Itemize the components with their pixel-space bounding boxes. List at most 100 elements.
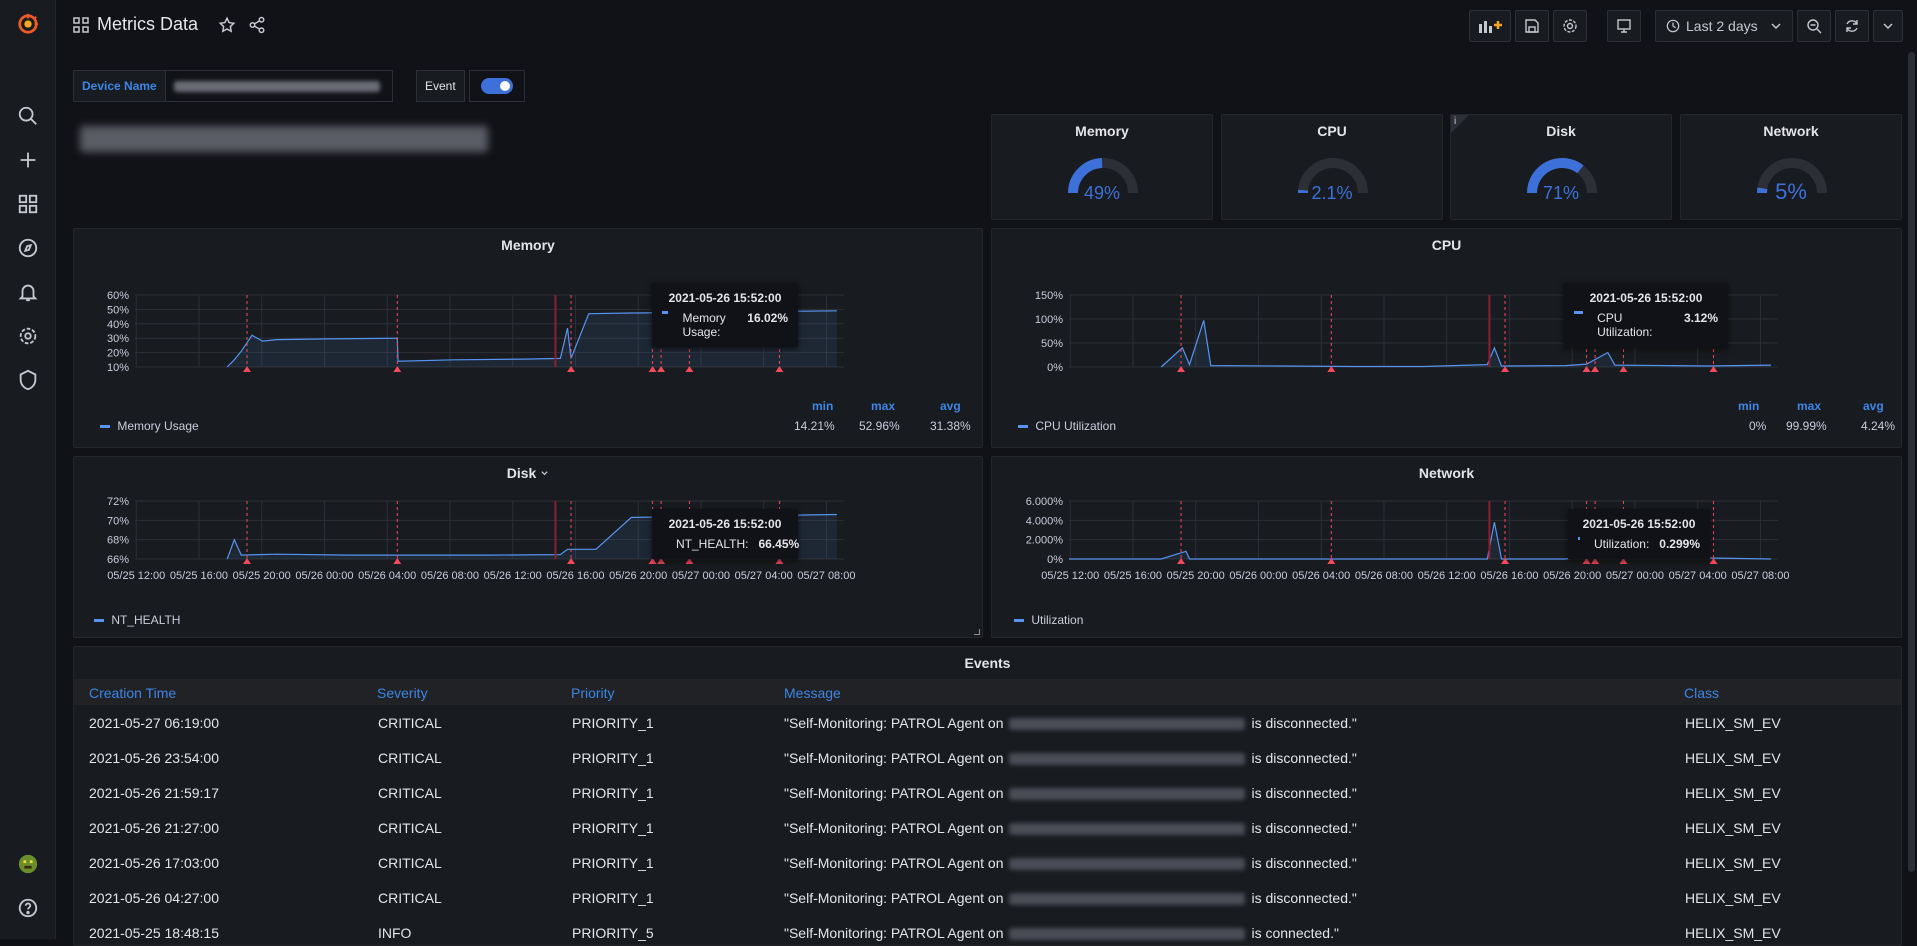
x-tick-label: 05/27 08:00: [1731, 570, 1789, 582]
grafana-logo[interactable]: [14, 10, 42, 38]
x-tick-label: 05/27 00:00: [672, 570, 730, 582]
x-tick-label: 05/25 12:00: [1041, 570, 1099, 582]
events-title: Events: [74, 655, 1901, 671]
legend-series-name: Memory Usage: [117, 419, 198, 433]
y-tick-label: 0%: [1047, 362, 1063, 374]
zoom-out-icon: [1806, 18, 1822, 34]
memory-timeseries[interactable]: 60%50%40%30%20%10%05/25 12:0005/25 16:00…: [74, 259, 984, 379]
legend-min-header[interactable]: min: [812, 399, 833, 413]
legend-utilization[interactable]: Utilization: [1014, 613, 1083, 627]
legend-max-header[interactable]: max: [871, 399, 895, 413]
server-admin-shield-icon[interactable]: [14, 366, 42, 394]
network-timeseries[interactable]: 6.000%4.000%2.000%0%05/25 12:0005/25 16:…: [992, 487, 1903, 607]
top-bar: Metrics Data Last 2 days: [56, 0, 1917, 52]
add-panel-icon: [1477, 18, 1503, 34]
legend-avg-header[interactable]: avg: [1863, 399, 1884, 413]
redacted-device-value: [174, 81, 380, 92]
dashboard-settings-button[interactable]: [1553, 10, 1587, 42]
save-icon: [1524, 18, 1540, 34]
tooltip-swatch: [662, 311, 668, 314]
dashboards-icon[interactable]: [14, 190, 42, 218]
tooltip-time: 2021-05-26 15:52:00: [662, 517, 788, 531]
legend-min-header[interactable]: min: [1738, 399, 1759, 413]
device-name-select[interactable]: [165, 70, 393, 102]
legend-max-value: 99.99%: [1786, 419, 1827, 433]
redacted-host: [1009, 858, 1245, 870]
help-icon[interactable]: [14, 894, 42, 922]
share-icon[interactable]: [248, 16, 266, 34]
refresh-interval-dropdown[interactable]: [1873, 10, 1903, 42]
table-row[interactable]: 2021-05-26 23:54:00CRITICALPRIORITY_1"Se…: [74, 740, 1901, 775]
cell-priority: PRIORITY_1: [572, 750, 654, 766]
dashboard-grid-icon: [73, 17, 89, 33]
message-prefix: "Self-Monitoring: PATROL Agent on: [784, 855, 1003, 871]
legend-max-header[interactable]: max: [1797, 399, 1821, 413]
stat-value-cpu: 2.1%: [1222, 183, 1442, 204]
message-suffix: is disconnected.": [1251, 715, 1356, 731]
column-header-creation-time[interactable]: Creation Time: [89, 685, 176, 701]
x-tick-label: 05/26 16:00: [546, 378, 604, 379]
column-header-class[interactable]: Class: [1684, 685, 1719, 701]
network-chart-title: Network: [992, 465, 1901, 481]
add-panel-button[interactable]: [1469, 10, 1511, 42]
y-tick-label: 4.000%: [1026, 515, 1064, 527]
column-header-severity[interactable]: Severity: [377, 685, 428, 701]
table-row[interactable]: 2021-05-27 06:19:00CRITICALPRIORITY_1"Se…: [74, 705, 1901, 740]
panel-resize-handle[interactable]: [974, 629, 980, 635]
tooltip-value: 66.45%: [758, 537, 799, 551]
legend-cpu-utilization[interactable]: CPU Utilization: [1018, 419, 1116, 433]
table-row[interactable]: 2021-05-26 21:59:17CRITICALPRIORITY_1"Se…: [74, 775, 1901, 810]
stat-title-network: Network: [1681, 123, 1901, 139]
alerting-bell-icon[interactable]: [14, 278, 42, 306]
x-tick-label: 05/27 04:00: [735, 570, 793, 582]
tooltip-time: 2021-05-26 15:52:00: [1574, 291, 1718, 305]
x-tick-label: 05/25 16:00: [1104, 570, 1162, 582]
disk-timeseries[interactable]: 72%70%68%66%05/25 12:0005/25 16:0005/25 …: [74, 487, 984, 607]
tooltip-value: 16.02%: [747, 311, 788, 339]
message-suffix: is disconnected.": [1251, 855, 1356, 871]
legend-avg-value: 31.38%: [930, 419, 971, 433]
refresh-button[interactable]: [1835, 10, 1869, 42]
column-header-priority[interactable]: Priority: [571, 685, 615, 701]
legend-swatch: [100, 425, 110, 428]
event-toggle[interactable]: [469, 70, 525, 102]
save-dashboard-button[interactable]: [1515, 10, 1549, 42]
cell-class: HELIX_SM_EV: [1685, 820, 1781, 836]
y-tick-label: 70%: [107, 515, 129, 527]
create-plus-icon[interactable]: [14, 146, 42, 174]
disk-chart-title[interactable]: Disk: [74, 465, 982, 481]
table-row[interactable]: 2021-05-26 21:27:00CRITICALPRIORITY_1"Se…: [74, 810, 1901, 845]
x-tick-label: 05/26 00:00: [1229, 378, 1287, 379]
x-tick-label: 05/26 12:00: [1418, 378, 1476, 379]
page-scrollbar[interactable]: [1908, 52, 1915, 872]
dashboard-title[interactable]: Metrics Data: [97, 14, 198, 35]
disk-title-text: Disk: [507, 465, 537, 481]
column-header-message[interactable]: Message: [784, 685, 841, 701]
table-row[interactable]: 2021-05-26 04:27:00CRITICALPRIORITY_1"Se…: [74, 880, 1901, 915]
x-tick-label: 05/26 00:00: [295, 378, 353, 379]
stat-panel-cpu: CPU 2.1%: [1221, 114, 1443, 220]
legend-avg-header[interactable]: avg: [940, 399, 961, 413]
y-tick-label: 0%: [1047, 554, 1063, 566]
message-prefix: "Self-Monitoring: PATROL Agent on: [784, 715, 1003, 731]
y-tick-label: 66%: [107, 554, 129, 566]
user-avatar[interactable]: [14, 850, 42, 878]
configuration-gear-icon[interactable]: [14, 322, 42, 350]
cpu-timeseries[interactable]: 150%100%50%0%05/25 12:0005/25 16:0005/25…: [992, 259, 1903, 379]
star-icon[interactable]: [218, 16, 236, 34]
cycle-view-mode-button[interactable]: [1607, 10, 1641, 42]
stat-panel-memory: Memory 49%: [991, 114, 1213, 220]
cell-creation-time: 2021-05-26 23:54:00: [89, 750, 219, 766]
x-tick-label: 05/26 04:00: [358, 570, 416, 582]
cell-message: "Self-Monitoring: PATROL Agent onis disc…: [784, 750, 1357, 766]
legend-nt-health[interactable]: NT_HEALTH: [94, 613, 180, 627]
search-icon[interactable]: [14, 102, 42, 130]
explore-compass-icon[interactable]: [14, 234, 42, 262]
x-tick-label: 05/26 20:00: [1543, 378, 1601, 379]
legend-memory-usage[interactable]: Memory Usage: [100, 419, 199, 433]
time-range-picker[interactable]: Last 2 days: [1655, 10, 1793, 42]
zoom-out-button[interactable]: [1797, 10, 1831, 42]
message-prefix: "Self-Monitoring: PATROL Agent on: [784, 890, 1003, 906]
table-row[interactable]: 2021-05-25 18:48:15INFOPRIORITY_5"Self-M…: [74, 915, 1901, 946]
table-row[interactable]: 2021-05-26 17:03:00CRITICALPRIORITY_1"Se…: [74, 845, 1901, 880]
